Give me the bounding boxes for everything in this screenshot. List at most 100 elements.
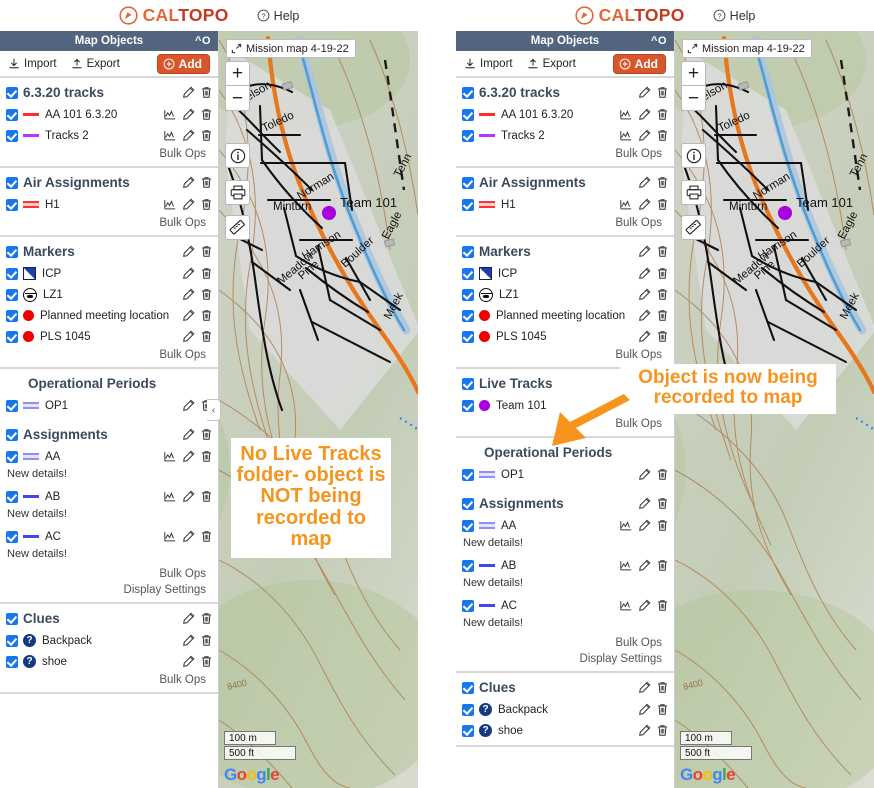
list-item[interactable]: LZ1 (456, 284, 674, 305)
profile-button[interactable] (163, 450, 177, 463)
list-item[interactable]: PLS 1045 (456, 326, 674, 347)
bulk-ops-link[interactable]: Bulk Ops (456, 215, 674, 231)
item-checkbox[interactable] (462, 599, 474, 612)
import-button[interactable]: Import (464, 58, 513, 70)
profile-button[interactable] (619, 599, 633, 612)
list-item[interactable]: H1 (456, 194, 674, 215)
folder-checkbox[interactable] (462, 176, 474, 189)
delete-button[interactable] (656, 330, 669, 343)
item-checkbox[interactable] (6, 330, 18, 343)
map-measure-button[interactable] (681, 215, 706, 240)
delete-button[interactable] (200, 330, 213, 343)
edit-button[interactable] (638, 681, 651, 694)
edit-button[interactable] (182, 450, 195, 463)
delete-button[interactable] (200, 129, 213, 142)
item-checkbox[interactable] (6, 129, 18, 142)
map-info-button[interactable] (225, 143, 250, 168)
list-item[interactable]: ? Backpack (0, 630, 218, 651)
item-checkbox[interactable] (462, 198, 474, 211)
bulk-ops-link[interactable]: Bulk Ops (0, 146, 218, 162)
list-item[interactable]: LZ1 (0, 284, 218, 305)
profile-button[interactable] (163, 129, 177, 142)
item-checkbox[interactable] (6, 309, 18, 322)
zoom-in-button[interactable]: + (681, 61, 706, 86)
edit-button[interactable] (638, 309, 651, 322)
delete-button[interactable] (656, 267, 669, 280)
edit-button[interactable] (182, 288, 195, 301)
caltopo-logo[interactable]: CALTOPO (119, 6, 229, 25)
delete-button[interactable] (200, 634, 213, 647)
edit-button[interactable] (182, 198, 195, 211)
edit-button[interactable] (638, 108, 651, 121)
profile-button[interactable] (619, 108, 633, 121)
delete-button[interactable] (200, 267, 213, 280)
delete-button[interactable] (200, 198, 213, 211)
folder-checkbox[interactable] (462, 681, 474, 694)
zoom-out-button[interactable]: − (681, 86, 706, 111)
profile-button[interactable] (163, 530, 177, 543)
item-checkbox[interactable] (462, 399, 474, 412)
zoom-out-button[interactable]: − (225, 86, 250, 111)
edit-button[interactable] (182, 176, 195, 189)
caltopo-logo[interactable]: CALTOPO (575, 6, 685, 25)
edit-button[interactable] (638, 559, 651, 572)
list-item[interactable]: Planned meeting location (0, 305, 218, 326)
profile-button[interactable] (619, 198, 633, 211)
delete-button[interactable] (656, 468, 669, 481)
map-title-bar[interactable]: Mission map 4-19-22 (682, 39, 812, 58)
import-button[interactable]: Import (8, 58, 57, 70)
delete-button[interactable] (656, 245, 669, 258)
delete-button[interactable] (656, 724, 669, 737)
folder-row[interactable]: 6.3.20 tracks (456, 81, 674, 104)
item-checkbox[interactable] (462, 288, 474, 301)
list-item[interactable]: ICP (0, 263, 218, 284)
map-measure-button[interactable] (225, 215, 250, 240)
list-item[interactable]: AB (0, 486, 218, 507)
delete-button[interactable] (200, 309, 213, 322)
item-checkbox[interactable] (462, 309, 474, 322)
folder-row[interactable]: Markers (0, 240, 218, 263)
bulk-ops-link[interactable]: Bulk Ops (0, 215, 218, 231)
edit-button[interactable] (182, 490, 195, 503)
edit-button[interactable] (182, 428, 195, 441)
zoom-in-button[interactable]: + (225, 61, 250, 86)
edit-button[interactable] (182, 330, 195, 343)
bulk-ops-link[interactable]: Bulk Ops (456, 146, 674, 162)
list-item[interactable]: Planned meeting location (456, 305, 674, 326)
item-checkbox[interactable] (6, 530, 18, 543)
delete-button[interactable] (656, 681, 669, 694)
delete-button[interactable] (656, 176, 669, 189)
item-checkbox[interactable] (462, 108, 474, 121)
edit-button[interactable] (182, 108, 195, 121)
sidebar-collapse-tab[interactable]: ‹ (207, 399, 221, 421)
list-item[interactable]: AA 101 6.3.20 (0, 104, 218, 125)
folder-row[interactable]: Assignments (456, 492, 674, 515)
display-settings-link[interactable]: Display Settings (0, 582, 218, 598)
list-item[interactable]: PLS 1045 (0, 326, 218, 347)
map-print-button[interactable] (681, 180, 706, 205)
folder-checkbox[interactable] (6, 245, 18, 258)
edit-button[interactable] (638, 86, 651, 99)
item-checkbox[interactable] (462, 468, 474, 481)
item-checkbox[interactable] (462, 559, 474, 572)
item-checkbox[interactable] (462, 519, 474, 532)
edit-button[interactable] (638, 519, 651, 532)
profile-button[interactable] (163, 198, 177, 211)
map-title-bar[interactable]: Mission map 4-19-22 (226, 39, 356, 58)
edit-button[interactable] (182, 530, 195, 543)
edit-button[interactable] (182, 399, 195, 412)
item-checkbox[interactable] (462, 330, 474, 343)
help-button[interactable]: ? Help (257, 9, 299, 23)
sidebar-collapse-control[interactable]: ^O (195, 35, 211, 47)
list-item[interactable]: AA 101 6.3.20 (456, 104, 674, 125)
delete-button[interactable] (200, 490, 213, 503)
edit-button[interactable] (638, 703, 651, 716)
folder-row[interactable]: Assignments (0, 423, 218, 446)
delete-button[interactable] (656, 108, 669, 121)
delete-button[interactable] (656, 86, 669, 99)
edit-button[interactable] (638, 176, 651, 189)
item-checkbox[interactable] (6, 490, 18, 503)
folder-row[interactable]: Markers (456, 240, 674, 263)
delete-button[interactable] (200, 86, 213, 99)
help-button[interactable]: ? Help (713, 9, 755, 23)
